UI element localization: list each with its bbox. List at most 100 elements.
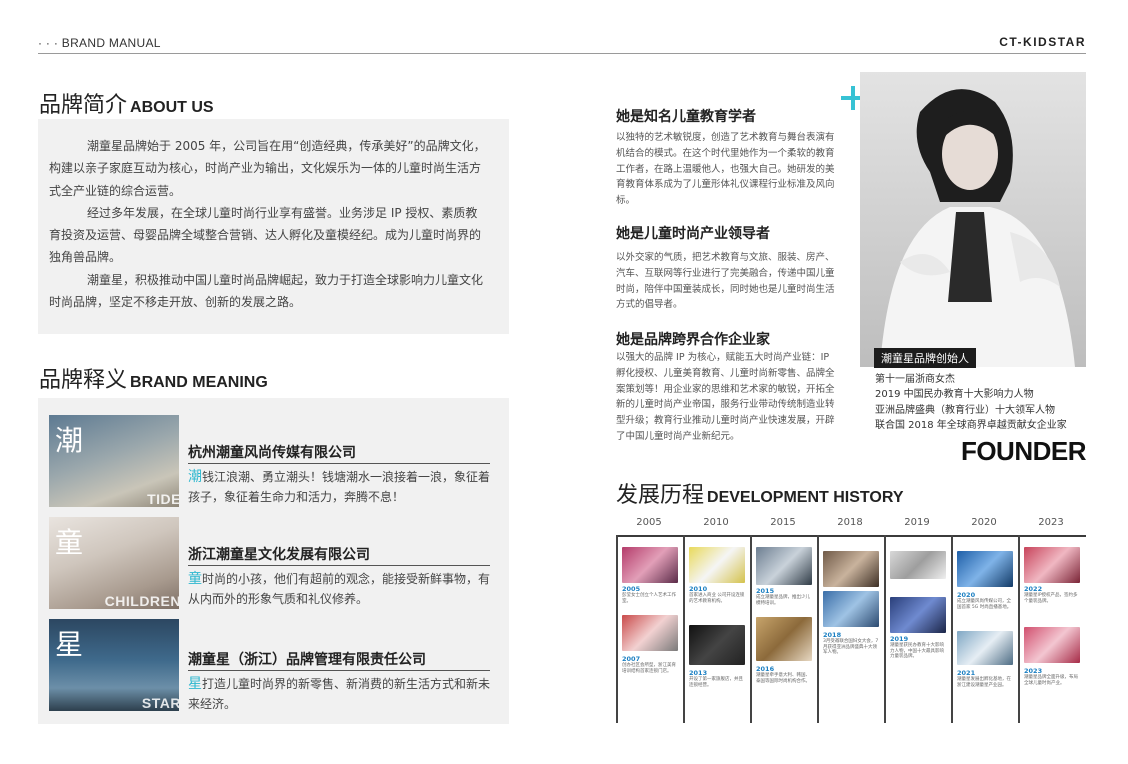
timeline-column: 2005 彭莹女士创立个人艺术工作室。 2007 创办社区会所型，浙江美育培训结…	[616, 535, 682, 723]
timeline-photo	[890, 551, 946, 579]
entry-year: 2016	[756, 665, 775, 673]
timeline-year: 2018	[837, 517, 863, 528]
meaning-title: 品牌释义 BRAND MEANING	[39, 362, 268, 394]
entry-text: 开设了第一家旗舰店，并且连锁经营。	[689, 677, 743, 688]
role-text: 以强大的品牌 IP 为核心，赋能五大时尚产业链：IP 孵化授权、儿童美育教育、儿…	[616, 352, 835, 442]
role-heading: 她是知名儿童教育学者	[616, 109, 756, 125]
brand-logo: CT-KIDSTAR	[999, 35, 1086, 49]
timeline-year: 2005	[636, 517, 662, 528]
timeline-column: 2015 成立潮童星品牌，推出少儿模特培训。 2016 潮童星牵手意大利、韩国、…	[750, 535, 816, 723]
lead-char: 童	[188, 571, 202, 587]
timeline-column: 2018 3月受邀联合国妇女大会，7月获得亚洲品牌盛典十大领军人物。	[817, 535, 883, 723]
timeline-column: 2022 潮童星IP授权产品，签约多个童装品牌。 2023 潮童星品牌全面升级，…	[1018, 535, 1084, 723]
timeline-photo	[823, 591, 879, 627]
meaning-item: 童 CHILDREN 浙江潮童星文化发展有限公司 童时尚的小孩，他们有超前的观念…	[49, 517, 499, 609]
entry-year: 2023	[1024, 667, 1043, 675]
entry-text: 潮童星发展出孵化基地，在浙江建设潮童星产业园。	[957, 677, 1011, 688]
meaning-item: 星 STAR 潮童星（浙江）品牌管理有限责任公司 星打造儿童时尚界的新零售、新消…	[49, 619, 499, 711]
entry-year: 2019	[890, 635, 909, 643]
about-panel: 潮童星品牌始于 2005 年，公司旨在用“创造经典，传承美好”的品牌文化，构建以…	[38, 119, 509, 334]
entry-text: 彭莹女士创立个人艺术工作室。	[622, 593, 676, 604]
entry-text: 成立潮童风尚传媒公司，全国首家 5G 时尚直播基地。	[957, 599, 1012, 610]
timeline-year: 2023	[1038, 517, 1064, 528]
founder-label: FOUNDER	[960, 436, 1087, 466]
meaning-item: 潮 TIDE 杭州潮童风尚传媒有限公司 潮钱江浪潮、勇立潮头！钱塘潮水一浪接着一…	[49, 415, 499, 507]
history-title-en: DEVELOPMENT HISTORY	[707, 489, 904, 506]
entry-year: 2020	[957, 591, 976, 599]
meaning-panel: 潮 TIDE 杭州潮童风尚传媒有限公司 潮钱江浪潮、勇立潮头！钱塘潮水一浪接着一…	[38, 398, 509, 724]
meaning-char: 童	[55, 526, 84, 559]
timeline-photo	[622, 547, 678, 583]
timeline-photo	[957, 631, 1013, 665]
entry-text: 首家进入商业 公司开设连锁的艺术教育机构。	[689, 593, 745, 604]
about-title-en: ABOUT US	[130, 99, 214, 116]
entry-year: 2015	[756, 587, 775, 595]
entry-text: 潮童星获民办教育十大影响力人物，中国十大最具影响力童装品牌。	[890, 643, 944, 660]
meaning-word: CHILDREN	[104, 593, 179, 609]
lead-char: 星	[188, 676, 202, 692]
star-image: 星 STAR	[49, 619, 179, 711]
timeline-photo	[1024, 547, 1080, 583]
timeline-photo	[890, 597, 946, 633]
honor-item: 2019 中国民办教育十大影响力人物	[875, 389, 1034, 401]
about-title-zh: 品牌简介	[39, 93, 128, 118]
meaning-word: TIDE	[147, 491, 179, 507]
role-text: 以外交家的气质，把艺术教育与文旅、服装、房产、汽车、互联网等行业进行了完美融合，…	[616, 252, 835, 311]
entry-text: 潮童星品牌全面升级，布局全球儿童时尚产业。	[1024, 675, 1078, 686]
entry-text: 3月受邀联合国妇女大会，7月获得亚洲品牌盛典十大领军人物。	[823, 639, 879, 656]
entry-year: 2021	[957, 669, 976, 677]
lead-char: 潮	[188, 469, 202, 485]
divider	[188, 565, 490, 566]
about-paragraph: 经过多年发展，在全球儿童时尚行业享有盛誉。业务涉足 IP 授权、素质教育投资及运…	[49, 205, 482, 265]
founder-honors: 第十一届浙商女杰 2019 中国民办教育十大影响力人物 亚洲品牌盛典（教育行业）…	[875, 372, 1067, 434]
entry-year: 2005	[622, 585, 641, 593]
divider	[188, 463, 490, 464]
timeline-year: 2020	[971, 517, 997, 528]
timeline-photo	[756, 617, 812, 661]
honor-item: 联合国 2018 年全球商界卓越贡献女企业家	[875, 420, 1067, 432]
entry-text: 潮童星牵手意大利、韩国、泰国等国际时尚机构合作。	[756, 673, 810, 684]
meaning-char: 星	[55, 628, 84, 661]
entry-text: 成立潮童星品牌，推出少儿模特培训。	[756, 595, 810, 606]
honor-item: 亚洲品牌盛典（教育行业）十大领军人物	[875, 404, 1055, 416]
timeline: 2005 彭莹女士创立个人艺术工作室。 2007 创办社区会所型，浙江美育培训结…	[616, 535, 1086, 723]
timeline-year: 2010	[703, 517, 729, 528]
founder-portrait	[880, 89, 1075, 367]
timeline-years: 2005 2010 2015 2018 2019 2020 2023	[616, 517, 1086, 531]
entry-year: 2013	[689, 669, 708, 677]
company-name: 杭州潮童风尚传媒有限公司	[188, 445, 356, 461]
children-image: 童 CHILDREN	[49, 517, 179, 609]
about-title: 品牌简介 ABOUT US	[39, 87, 214, 119]
timeline-photo	[689, 547, 745, 583]
founder-caption: 潮童星品牌创始人	[874, 348, 976, 368]
timeline-column: 2010 首家进入商业 公司开设连锁的艺术教育机构。 2013 开设了第一家旗舰…	[683, 535, 749, 723]
timeline-photo	[957, 551, 1013, 587]
timeline-photo	[1024, 627, 1080, 663]
meaning-word: STAR	[141, 695, 179, 711]
manual-label: · · · BRAND MANUAL	[38, 36, 161, 50]
divider	[188, 670, 490, 671]
history-title: 发展历程 DEVELOPMENT HISTORY	[616, 477, 903, 509]
entry-year: 2018	[823, 631, 842, 639]
meaning-desc: 星打造儿童时尚界的新零售、新消费的新生活方式和新未来经济。	[188, 676, 491, 711]
company-name: 浙江潮童星文化发展有限公司	[188, 547, 370, 563]
history-title-zh: 发展历程	[616, 483, 705, 508]
timeline-year: 2015	[770, 517, 796, 528]
founder-photo	[860, 72, 1086, 367]
role-heading: 她是儿童时尚产业领导者	[616, 226, 770, 242]
meaning-title-en: BRAND MEANING	[130, 374, 268, 391]
about-paragraph: 潮童星，积极推动中国儿童时尚品牌崛起，致力于打造全球影响力儿童文化时尚品牌，坚定…	[49, 272, 484, 310]
timeline-year: 2019	[904, 517, 930, 528]
timeline-photo	[622, 615, 678, 651]
honor-item: 第十一届浙商女杰	[875, 374, 955, 385]
timeline-column: 2019 潮童星获民办教育十大影响力人物，中国十大最具影响力童装品牌。	[884, 535, 950, 723]
page-header: · · · BRAND MANUAL CT-KIDSTAR	[38, 35, 1086, 54]
entry-year: 2007	[622, 655, 641, 663]
timeline-photo	[756, 547, 812, 585]
timeline-column: 2020 成立潮童风尚传媒公司，全国首家 5G 时尚直播基地。 2021 潮童星…	[951, 535, 1017, 723]
meaning-desc: 童时尚的小孩，他们有超前的观念，能接受新鲜事物，有从内而外的形象气质和礼仪修养。	[188, 571, 491, 606]
about-paragraph: 潮童星品牌始于 2005 年，公司旨在用“创造经典，传承美好”的品牌文化，构建以…	[49, 139, 486, 198]
tide-image: 潮 TIDE	[49, 415, 179, 507]
entry-text: 创办社区会所型，浙江美育培训结构首家连锁门店。	[622, 663, 676, 674]
company-name: 潮童星（浙江）品牌管理有限责任公司	[188, 652, 426, 668]
